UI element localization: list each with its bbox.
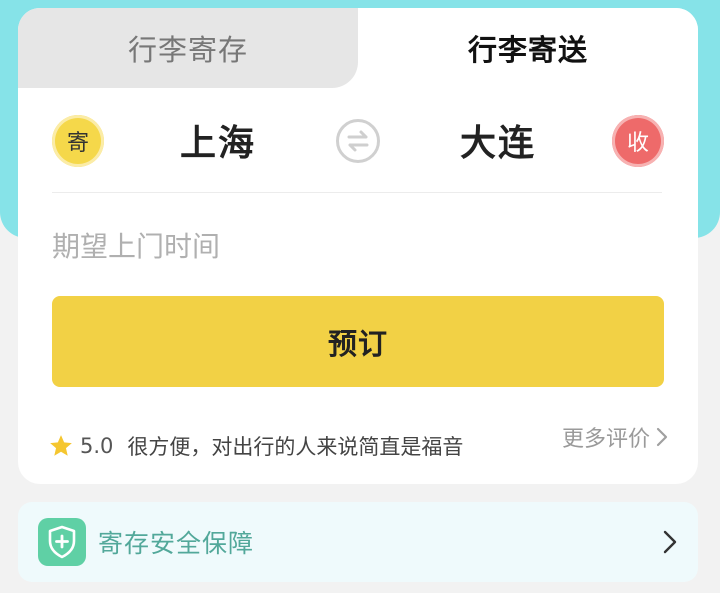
- booking-card: 行李寄存 行李寄送 寄 上海 大连 收 期望上门时间 预订 5.0 很方便，对出…: [18, 8, 698, 484]
- divider: [52, 192, 662, 193]
- pickup-time-field[interactable]: 期望上门时间: [52, 220, 662, 270]
- star-icon: [50, 435, 72, 456]
- chevron-right-icon: [663, 530, 677, 554]
- service-tabs: 行李寄存 行李寄送: [18, 8, 698, 88]
- swap-cities-button[interactable]: [336, 119, 380, 163]
- review-snippet: 5.0 很方便，对出行的人来说简直是福音: [48, 428, 463, 464]
- review-text: 很方便，对出行的人来说简直是福音: [127, 435, 464, 459]
- send-badge: 寄: [52, 115, 104, 167]
- more-reviews-link[interactable]: 更多评价: [562, 420, 668, 454]
- chevron-right-icon: [656, 427, 668, 447]
- tab-luggage-storage[interactable]: 行李寄存: [18, 8, 358, 88]
- swap-icon: [347, 130, 369, 152]
- origin-city[interactable]: 上海: [148, 88, 288, 192]
- book-button[interactable]: 预订: [52, 296, 664, 387]
- receive-badge: 收: [612, 115, 664, 167]
- route-selector: 寄 上海 大连 收: [18, 88, 698, 192]
- more-reviews-label: 更多评价: [561, 427, 650, 452]
- safety-guarantee-label: 寄存安全保障: [98, 529, 255, 558]
- rating-value: 5.0: [80, 434, 114, 458]
- destination-city[interactable]: 大连: [428, 88, 568, 192]
- safety-guarantee-banner[interactable]: 寄存安全保障: [18, 502, 698, 582]
- tab-luggage-delivery[interactable]: 行李寄送: [358, 8, 698, 88]
- shield-plus-icon: [38, 518, 86, 566]
